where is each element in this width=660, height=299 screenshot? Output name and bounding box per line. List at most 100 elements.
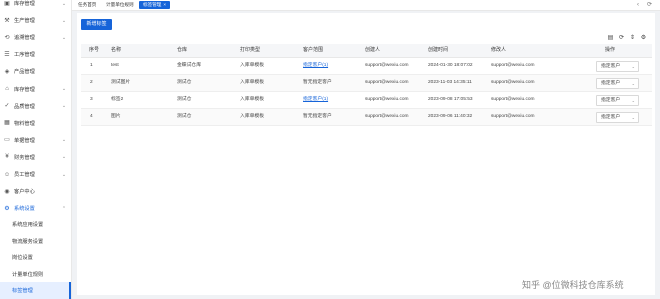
cell-name: 标签2 — [111, 97, 124, 102]
document-icon: ▭ — [4, 137, 10, 144]
sidebar: ▣ 库存管理 ⌄ ⚒ 生产管理 ⌄ ⟲ 追溯管理 ⌄ ☰ 工序管理 ◈ 产品管理 ⌂ 库存管理 ⌄ ✓ 品质管理 ⌄… — [0, 0, 72, 299]
sidebar-item[interactable]: ¥ 财务管理 ⌄ — [0, 149, 71, 166]
cell-print-type: 入库单模板 — [240, 114, 264, 119]
print-icon[interactable]: ▤ — [607, 35, 614, 42]
sidebar-item[interactable]: ✓ 品质管理 ⌄ — [0, 98, 71, 115]
sidebar-item-label: 财务管理 — [14, 154, 35, 161]
sidebar-subitem[interactable]: 岗位设置 — [0, 249, 71, 266]
chevron-down-icon: ⌄ — [61, 0, 67, 7]
sidebar-item-label: 产品管理 — [14, 69, 35, 76]
column-setting-icon[interactable]: ⇕ — [629, 35, 636, 42]
chevron-up-icon: ⌃ — [61, 205, 67, 212]
sidebar-subitem[interactable]: 系统应用设置 — [0, 216, 71, 233]
sidebar-item[interactable]: ▦ 物料管理 — [0, 115, 71, 132]
tab-unit-rules[interactable]: 计量单位规则 — [102, 1, 138, 9]
column-header-action: 操作 — [605, 47, 616, 53]
assign-customer-select[interactable]: 指定客户 ⌄ — [596, 112, 639, 123]
sidebar-item[interactable]: ⟲ 追溯管理 ⌄ — [0, 29, 71, 46]
column-header-creator: 创建人 — [365, 47, 381, 53]
customer-scope-link[interactable]: 指定客户(1) — [303, 92, 328, 108]
cell-creator: support@wexiu.com — [365, 97, 409, 102]
sidebar-subitem[interactable]: 标签管理 — [0, 282, 71, 299]
cell-name: 图片 — [111, 114, 121, 119]
material-icon: ▦ — [4, 120, 10, 127]
sidebar-subitem-label: 系统应用设置 — [12, 222, 44, 228]
cell-warehouse: 测试仓 — [177, 114, 192, 119]
cell-modifier: support@wexiu.com — [491, 80, 535, 85]
column-header-warehouse: 仓库 — [177, 47, 188, 53]
cell-print-type: 入库单模板 — [240, 63, 264, 68]
sidebar-item[interactable]: ▣ 库存管理 ⌄ — [0, 0, 71, 12]
refresh-icon[interactable]: ⟳ — [618, 35, 625, 42]
customer-icon: ◉ — [4, 188, 10, 195]
chevron-down-icon: ⌄ — [61, 34, 67, 41]
chevron-down-icon: ⌄ — [631, 64, 635, 69]
tab-bar: 任务首页 计量单位规则 标签管理 × ‹ ⟳ — [72, 0, 660, 11]
sidebar-item[interactable]: ▭ 单据管理 ⌄ — [0, 132, 71, 149]
table-row[interactable]: 1 test 金蝶试仓库 入库单模板 指定客户(1) support@wexiu.com 2… — [81, 58, 652, 75]
process-icon: ☰ — [4, 51, 10, 58]
trace-icon: ⟲ — [4, 34, 10, 41]
staff-icon: ☺ — [4, 171, 11, 178]
sidebar-item-label: 库存管理 — [14, 1, 35, 7]
chevron-down-icon: ⌄ — [61, 137, 67, 144]
watermark-text: 知乎 @位微科技仓库系统 — [522, 280, 624, 290]
column-header-modifier: 修改人 — [491, 47, 507, 53]
table-header: 序号 名称 仓库 打印类型 客户范围 创建人 创建时间 修改人 操作 — [81, 44, 652, 58]
cell-created: 2024-01-30 18:07:02 — [428, 63, 473, 68]
table-row[interactable]: 2 测试图片 测试仓 入库单模板 暂无指定客户 support@wexiu.com 2023… — [81, 75, 652, 92]
table-row[interactable]: 3 标签2 测试仓 入库单模板 指定客户(1) support@wexiu.com 2023… — [81, 92, 652, 109]
sidebar-item-label: 库存管理 — [14, 86, 35, 93]
cell-print-type: 入库单模板 — [240, 80, 264, 85]
cell-created: 2023-09-08 17:05:53 — [428, 97, 473, 102]
column-header-created: 创建时间 — [428, 47, 449, 53]
close-icon[interactable]: × — [163, 2, 166, 7]
assign-customer-select[interactable]: 指定客户 ⌄ — [596, 78, 639, 89]
sidebar-item[interactable]: ◉ 客户中心 — [0, 183, 71, 200]
cell-no: 1 — [90, 63, 93, 68]
sidebar-item[interactable]: ⚙ 系统设置 ⌃ — [0, 200, 71, 217]
customer-scope-link[interactable]: 指定客户(1) — [303, 58, 328, 74]
assign-customer-select[interactable]: 指定客户 ⌄ — [596, 61, 639, 72]
sidebar-item-label: 客户中心 — [14, 189, 35, 196]
assign-customer-select[interactable]: 指定客户 ⌄ — [596, 95, 639, 106]
settings-icon: ⚙ — [4, 205, 10, 212]
sidebar-subitem[interactable]: 计量单位规则 — [0, 266, 71, 283]
cell-warehouse: 测试仓 — [177, 80, 192, 85]
cell-warehouse: 测试仓 — [177, 97, 192, 102]
chevron-down-icon: ⌄ — [61, 154, 67, 161]
cell-creator: support@wexiu.com — [365, 63, 409, 68]
sidebar-item[interactable]: ☰ 工序管理 — [0, 46, 71, 63]
tab-label: 任务首页 — [78, 2, 97, 7]
sidebar-item[interactable]: ⚒ 生产管理 ⌄ — [0, 12, 71, 29]
tab-label: 计量单位规则 — [106, 2, 134, 7]
sidebar-item-label: 生产管理 — [14, 18, 35, 25]
tab-label-management[interactable]: 标签管理 × — [139, 1, 171, 9]
gear-icon[interactable]: ⚙ — [640, 35, 647, 42]
sidebar-subitem-label: 岗位设置 — [12, 255, 33, 261]
sidebar-item[interactable]: ⌂ 库存管理 ⌄ — [0, 81, 71, 98]
cell-print-type: 入库单模板 — [240, 97, 264, 102]
select-value: 指定客户 — [601, 81, 621, 86]
quality-icon: ✓ — [4, 103, 10, 110]
table-row[interactable]: 4 图片 测试仓 入库单模板 暂无指定客户 support@wexiu.com 2023-0… — [81, 109, 652, 126]
column-header-no: 序号 — [89, 47, 100, 53]
add-label-button[interactable]: 新增标签 — [81, 19, 112, 30]
sidebar-item[interactable]: ☺ 员工管理 ⌄ — [0, 166, 71, 183]
refresh-icon[interactable]: ⟳ — [647, 1, 652, 9]
cell-name: test — [111, 63, 119, 68]
column-header-scope: 客户范围 — [303, 47, 324, 53]
inventory-icon: ▣ — [4, 0, 10, 7]
column-header-name: 名称 — [111, 47, 122, 53]
sidebar-subitem[interactable]: 物流服务设置 — [0, 233, 71, 250]
column-header-print-type: 打印类型 — [240, 47, 261, 53]
tab-task-home[interactable]: 任务首页 — [74, 1, 100, 9]
sidebar-item-label: 系统设置 — [14, 206, 35, 213]
select-value: 指定客户 — [601, 64, 621, 69]
sidebar-item[interactable]: ◈ 产品管理 — [0, 63, 71, 80]
chevron-down-icon: ⌄ — [631, 98, 635, 103]
sidebar-item-label: 物料管理 — [14, 120, 35, 127]
cell-name: 测试图片 — [111, 80, 131, 85]
chevron-left-icon[interactable]: ‹ — [637, 1, 639, 9]
sidebar-item-label: 工序管理 — [14, 52, 35, 59]
